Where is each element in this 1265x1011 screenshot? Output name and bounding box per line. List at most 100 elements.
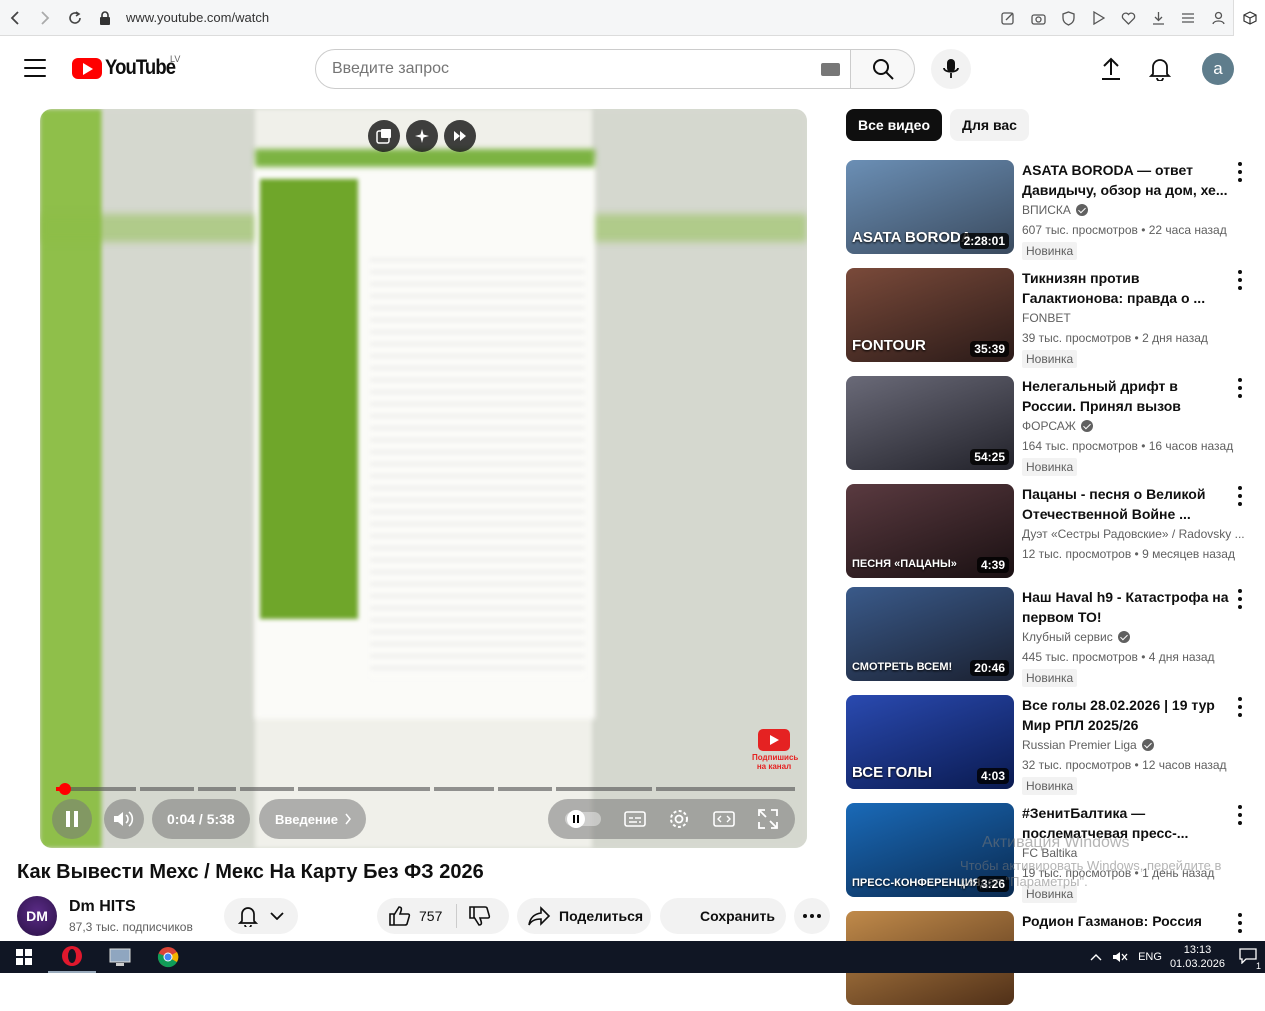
more-vertical-icon[interactable] bbox=[1232, 162, 1248, 182]
clock[interactable]: 13:13 01.03.2026 bbox=[1170, 943, 1225, 971]
shield-icon[interactable] bbox=[1053, 0, 1083, 36]
more-vertical-icon[interactable] bbox=[1232, 913, 1248, 933]
pause-button[interactable] bbox=[52, 799, 92, 839]
theater-mode-icon[interactable] bbox=[713, 811, 735, 827]
save-button[interactable]: Сохранить bbox=[660, 898, 786, 934]
recommendation-item[interactable]: СМОТРЕТЬ ВСЕМ! 20:46 Наш Haval h9 - Катаст… bbox=[846, 587, 1256, 687]
download-icon[interactable] bbox=[1143, 0, 1173, 36]
taskbar-chrome[interactable] bbox=[144, 941, 192, 973]
upload-age: 16 часов назад bbox=[1148, 439, 1234, 453]
chapter-button[interactable]: Введение bbox=[259, 799, 366, 839]
channel-avatar[interactable]: DM bbox=[17, 896, 57, 936]
verified-icon bbox=[1075, 204, 1088, 216]
progress-bar[interactable] bbox=[56, 783, 795, 795]
subscribe-badge-label: Подпишись на канал bbox=[752, 753, 799, 771]
menu-icon[interactable] bbox=[24, 59, 46, 77]
search-button[interactable] bbox=[851, 49, 915, 89]
recommendation-item[interactable]: ВСЕ ГОЛЫ 4:03 Все голы 28.02.2026 | 19 тур… bbox=[846, 695, 1256, 795]
recommendation-channel[interactable]: ФОРСАЖ bbox=[1022, 419, 1244, 433]
volume-muted-icon[interactable] bbox=[1112, 950, 1128, 964]
more-vertical-icon[interactable] bbox=[1232, 805, 1248, 825]
video-thumbnail[interactable]: ВСЕ ГОЛЫ 4:03 bbox=[846, 695, 1014, 789]
autoplay-toggle[interactable] bbox=[565, 810, 602, 828]
more-vertical-icon[interactable] bbox=[1232, 486, 1248, 506]
video-thumbnail[interactable]: ПЕСНЯ «ПАЦАНЫ» 4:39 bbox=[846, 484, 1014, 578]
taskbar-app[interactable] bbox=[96, 941, 144, 973]
user-icon[interactable] bbox=[1203, 0, 1233, 36]
more-actions-button[interactable] bbox=[794, 898, 830, 934]
voice-search-button[interactable] bbox=[931, 49, 971, 89]
video-thumbnail[interactable]: ASATA BORODA 2:28:01 bbox=[846, 160, 1014, 254]
recommendation-channel[interactable]: Дуэт «Сестры Радовские» / Radovsky ... bbox=[1022, 527, 1244, 541]
recommendation-title[interactable]: Нелегальный дрифт в России. Принял вызов… bbox=[1022, 376, 1232, 416]
settings-icon[interactable] bbox=[1173, 0, 1203, 36]
upload-button[interactable] bbox=[1097, 55, 1125, 83]
video-player[interactable]: Подпишись на канал 0:04 / 5:38 Введение bbox=[40, 109, 807, 848]
more-vertical-icon[interactable] bbox=[1232, 589, 1248, 609]
video-thumbnail[interactable]: СМОТРЕТЬ ВСЕМ! 20:46 bbox=[846, 587, 1014, 681]
chip-all-videos[interactable]: Все видео bbox=[846, 109, 943, 141]
like-button[interactable]: 757 bbox=[377, 904, 457, 928]
video-frame-sidebar bbox=[260, 179, 358, 619]
settings-gear-icon[interactable] bbox=[668, 808, 690, 830]
recommendation-title[interactable]: Тикнизян против Галактионова: правда о .… bbox=[1022, 268, 1232, 308]
bell-icon bbox=[1149, 59, 1171, 81]
recommendation-title[interactable]: Пацаны - песня о Великой Отечественной В… bbox=[1022, 484, 1232, 524]
heart-icon[interactable] bbox=[1113, 0, 1143, 36]
recommendation-channel[interactable]: ВПИСКА bbox=[1022, 203, 1244, 217]
recommendation-item[interactable]: ПЕСНЯ «ПАЦАНЫ» 4:39 Пацаны - песня о Велик… bbox=[846, 484, 1256, 584]
fullscreen-icon[interactable] bbox=[757, 809, 778, 829]
recommendation-title[interactable]: Родион Газманов: Россия bbox=[1022, 911, 1232, 931]
edit-icon[interactable] bbox=[993, 0, 1023, 36]
input-language[interactable]: ENG bbox=[1138, 951, 1162, 963]
recommendation-title[interactable]: Наш Haval h9 - Катастрофа на первом ТО! bbox=[1022, 587, 1232, 627]
subscription-bell-button[interactable] bbox=[224, 898, 298, 934]
notifications-center[interactable]: 1 bbox=[1239, 947, 1261, 971]
channel-name[interactable]: Dm HITS bbox=[69, 898, 136, 916]
more-vertical-icon[interactable] bbox=[1232, 270, 1248, 290]
share-button[interactable]: Поделиться bbox=[517, 898, 651, 934]
pause-small-icon bbox=[573, 815, 580, 823]
chevron-up-icon[interactable] bbox=[1090, 953, 1102, 961]
address-bar[interactable]: www.youtube.com/watch bbox=[126, 10, 269, 25]
play-icon[interactable] bbox=[1083, 0, 1113, 36]
like-count: 757 bbox=[419, 908, 443, 924]
video-thumbnail[interactable]: FONTOUR 35:39 bbox=[846, 268, 1014, 362]
volume-button[interactable] bbox=[104, 799, 144, 839]
scrubber-knob[interactable] bbox=[58, 783, 71, 795]
back-icon[interactable] bbox=[0, 0, 30, 36]
recommendation-item[interactable]: ASATA BORODA 2:28:01 ASATA BORODA — ответ … bbox=[846, 160, 1256, 260]
youtube-logo[interactable]: YouTube LV bbox=[72, 54, 185, 80]
miniplayer-button[interactable] bbox=[368, 120, 400, 152]
video-thumbnail[interactable]: 54:25 bbox=[846, 376, 1014, 470]
search-input[interactable] bbox=[332, 60, 802, 78]
recommendation-item[interactable]: 54:25 Нелегальный дрифт в России. Принял … bbox=[846, 376, 1256, 476]
recommendation-channel[interactable]: FONBET bbox=[1022, 311, 1244, 325]
forward-icon[interactable] bbox=[30, 0, 60, 36]
start-button[interactable] bbox=[0, 941, 48, 973]
account-avatar[interactable]: a bbox=[1202, 53, 1234, 85]
recommendation-channel[interactable]: Russian Premier Liga bbox=[1022, 738, 1244, 752]
more-vertical-icon[interactable] bbox=[1232, 378, 1248, 398]
recommendation-channel[interactable]: Клубный сервис bbox=[1022, 630, 1244, 644]
subscribe-badge[interactable]: Подпишись на канал bbox=[752, 727, 799, 771]
camera-icon[interactable] bbox=[1023, 0, 1053, 36]
sparkle-icon bbox=[415, 129, 429, 143]
reload-icon[interactable] bbox=[60, 0, 90, 36]
keyboard-icon[interactable] bbox=[821, 63, 840, 76]
cube-icon[interactable] bbox=[1233, 0, 1265, 36]
dislike-button[interactable] bbox=[457, 906, 491, 926]
next-video-button[interactable] bbox=[444, 120, 476, 152]
recommendation-title[interactable]: Все голы 28.02.2026 | 19 тур Мир РПЛ 202… bbox=[1022, 695, 1232, 735]
recommendation-title[interactable]: ASATA BORODA — ответ Давидычу, обзор на … bbox=[1022, 160, 1232, 200]
ai-features-button[interactable] bbox=[406, 120, 438, 152]
more-vertical-icon[interactable] bbox=[1232, 697, 1248, 717]
subtitles-icon[interactable] bbox=[624, 811, 646, 827]
taskbar-opera[interactable] bbox=[48, 941, 96, 973]
chip-for-you[interactable]: Для вас bbox=[950, 109, 1029, 141]
notifications-button[interactable] bbox=[1146, 55, 1174, 83]
chapter-segment bbox=[240, 787, 294, 791]
recommendation-item[interactable]: FONTOUR 35:39 Тикнизян против Галактионова… bbox=[846, 268, 1256, 368]
chapter-segment bbox=[656, 787, 795, 791]
video-duration: 54:25 bbox=[970, 449, 1009, 465]
